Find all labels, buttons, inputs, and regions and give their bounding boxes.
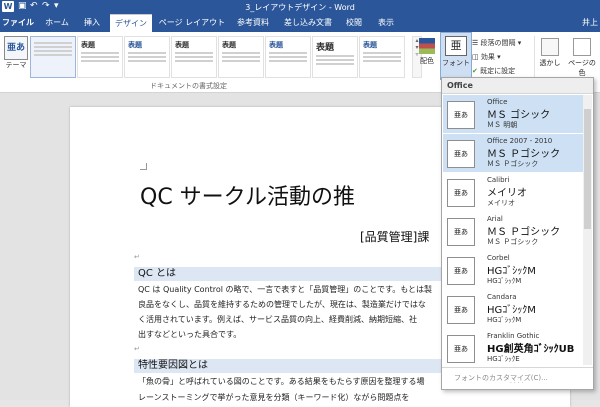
colors-button[interactable]: 配色 [416, 36, 438, 80]
tab-insert[interactable]: 挿入 [78, 14, 106, 32]
tab-review[interactable]: 校閲 [340, 14, 368, 32]
style-set-item[interactable]: 表題 [124, 36, 170, 78]
fonts-dropdown: Office 亜あ Office ＭＳ ゴシック ＭＳ 明朝 亜あ Office… [441, 77, 594, 390]
font-option-candara[interactable]: 亜あ Candara HGｺﾞｼｯｸM HGｺﾞｼｯｸM [443, 290, 592, 328]
theme-icon: 亜あ [4, 36, 28, 60]
font-preview-icon: 亜あ [447, 101, 475, 129]
themes-button[interactable]: 亜あ テーマ [2, 36, 30, 84]
scrollbar-thumb[interactable] [584, 109, 591, 229]
document-title[interactable]: QC サークル活動の推 [140, 179, 355, 211]
font-preview-icon: 亜あ [447, 296, 475, 324]
body-line[interactable]: レーンストーミングで挙がった意見を分類（キーワード化）ながら問題点を [138, 392, 409, 403]
user-name[interactable]: 井上 [582, 14, 598, 32]
font-preview-icon: 亜あ [447, 335, 475, 363]
page-color-icon [573, 38, 591, 56]
title-bar: W ▣ ↶ ↷ ▾ 3_レイアウトデザイン - Word [0, 0, 600, 14]
themes-label: テーマ [5, 61, 27, 69]
style-set-gallery: 表題 表題 表題 表題 表題 表題 表題 [30, 36, 410, 78]
body-line[interactable]: QC は Quality Control の略で、一言で表すと「品質管理」のこと… [138, 284, 432, 295]
style-set-item[interactable]: 表題 [265, 36, 311, 78]
body-line[interactable]: 「魚の骨」と呼ばれている図のことです。ある結果をもたらす原因を整理する場 [138, 376, 425, 387]
font-option-arial[interactable]: 亜あ Arial ＭＳ Ｐゴシック ＭＳ Ｐゴシック [443, 212, 592, 250]
style-set-item[interactable]: 表題 [312, 36, 358, 78]
dropdown-header: Office [442, 78, 593, 94]
font-preview-icon: 亜あ [447, 179, 475, 207]
set-default-button[interactable]: ✔ 既定に設定 [472, 64, 532, 78]
paragraph-options: ☰ 段落の間隔 ▾ ◫ 効果 ▾ ✔ 既定に設定 [472, 36, 532, 78]
tab-view[interactable]: 表示 [372, 14, 400, 32]
style-set-item[interactable]: 表題 [359, 36, 405, 78]
font-option-calibri[interactable]: 亜あ Calibri メイリオ メイリオ [443, 173, 592, 211]
font-preview-icon: 亜あ [447, 257, 475, 285]
paragraph-spacing-button[interactable]: ☰ 段落の間隔 ▾ [472, 36, 532, 50]
body-line[interactable]: く活用されています。例えば、サービス品質の向上、経費削減、納期短縮、社 [138, 314, 417, 325]
window-title: 3_レイアウトデザイン - Word [245, 3, 355, 12]
font-option-franklin-gothic[interactable]: 亜あ Franklin Gothic HG創英角ｺﾞｼｯｸUB HGｺﾞｼｯｸE [443, 329, 592, 367]
paragraph-mark: ↵ [134, 345, 140, 353]
style-set-item[interactable]: 表題 [77, 36, 123, 78]
heading-qc[interactable]: QC とは [134, 267, 450, 281]
fonts-label: フォント [442, 59, 470, 67]
watermark-icon [541, 38, 559, 56]
tab-mailings[interactable]: 差し込み文書 [278, 14, 338, 32]
body-line[interactable]: 出すなどといった具合です。 [138, 329, 241, 340]
font-option-office-2007[interactable]: 亜あ Office 2007 - 2010 ＭＳ Ｐゴシック ＭＳ Ｐゴシック [443, 134, 592, 172]
effects-button[interactable]: ◫ 効果 ▾ [472, 50, 532, 64]
tab-page-layout[interactable]: ページ レイアウト [156, 14, 228, 32]
dropdown-scrollbar[interactable] [583, 95, 592, 365]
style-set-item[interactable]: 表題 [171, 36, 217, 78]
font-option-corbel[interactable]: 亜あ Corbel HGｺﾞｼｯｸM HGｺﾞｼｯｸM [443, 251, 592, 289]
document-subtitle[interactable]: [品質管理]課 [360, 228, 429, 245]
style-set-item[interactable]: 表題 [218, 36, 264, 78]
colors-label: 配色 [420, 57, 434, 65]
page-color-button[interactable]: ページの色 [565, 36, 599, 78]
tab-home[interactable]: ホーム [40, 14, 74, 32]
style-set-item[interactable] [30, 36, 76, 78]
ribbon-tabs: ファイル ホーム 挿入 デザイン ページ レイアウト 参考資料 差し込み文書 校… [0, 14, 600, 33]
document-formatting-group-label: ドキュメントの書式設定 [150, 82, 227, 90]
body-line[interactable]: 良品をなくし、品質を維持するための管理でしたが、現在は、製造業だけではな [138, 299, 426, 310]
font-preview-icon: 亜あ [447, 218, 475, 246]
fonts-button[interactable]: 亜 フォント [440, 32, 472, 80]
tab-references[interactable]: 参考資料 [230, 14, 276, 32]
font-option-office[interactable]: 亜あ Office ＭＳ ゴシック ＭＳ 明朝 [443, 95, 592, 133]
palette-icon [419, 38, 435, 54]
font-icon: 亜 [445, 36, 467, 56]
tab-file[interactable]: ファイル [0, 14, 36, 32]
crop-mark [140, 163, 147, 170]
font-preview-icon: 亜あ [447, 140, 475, 168]
heading-fishbone[interactable]: 特性要因図とは [134, 359, 450, 373]
tab-design[interactable]: デザイン [110, 14, 152, 33]
paragraph-mark: ↵ [134, 253, 140, 261]
watermark-button[interactable]: 透かし [537, 36, 563, 68]
resize-grip[interactable]: · · · · [510, 380, 524, 387]
